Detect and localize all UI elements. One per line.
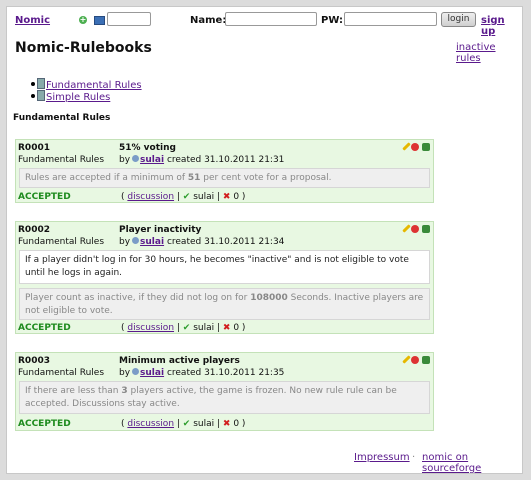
bullet: [31, 82, 35, 86]
proposal-box: If there are less than 3 players active,…: [19, 381, 430, 414]
proposal-text: Rules are accepted if a minimum of: [25, 173, 188, 183]
rule-book: Fundamental Rules: [18, 237, 105, 247]
name-field[interactable]: [225, 12, 317, 26]
login-button[interactable]: login: [441, 12, 476, 27]
status-badge: ACCEPTED: [18, 192, 71, 202]
rule-title: Minimum active players: [119, 356, 240, 366]
vote-bar: ( discussion | ✔ sulai | ✖ 0 ): [121, 192, 246, 202]
voter-name: sulai: [193, 323, 215, 333]
discussion-link[interactable]: discussion: [127, 323, 174, 333]
pencil-icon[interactable]: [402, 355, 411, 364]
inactive-rules-link[interactable]: inactive rules: [456, 42, 522, 64]
rule-title: Player inactivity: [119, 225, 202, 235]
x-icon[interactable]: ✖: [223, 192, 231, 202]
search-input[interactable]: [107, 12, 151, 26]
book-icon[interactable]: [94, 16, 105, 25]
delete-icon[interactable]: [411, 142, 419, 151]
status-badge: ACCEPTED: [18, 419, 71, 429]
by-label: by: [119, 237, 131, 247]
check-icon[interactable]: ✔: [183, 419, 191, 429]
impressum-link[interactable]: Impressum: [354, 452, 410, 463]
voter-name: sulai: [193, 419, 215, 429]
author-link[interactable]: sulai: [140, 155, 164, 165]
rule-actions: [402, 224, 430, 233]
rulebook-link-simple[interactable]: Simple Rules: [46, 92, 110, 103]
against-count: 0: [233, 192, 240, 202]
signup-link[interactable]: sign up: [481, 15, 522, 37]
rule-meta: by sulai created 31.10.2011 21:31: [119, 155, 284, 165]
rule-id: R0002: [18, 225, 50, 235]
pw-label: PW:: [321, 15, 344, 26]
status-badge: ACCEPTED: [18, 323, 71, 333]
created-date: created 31.10.2011 21:34: [166, 237, 285, 247]
rule-title: 51% voting: [119, 143, 176, 153]
list-item: Fundamental Rules: [31, 78, 142, 91]
document-icon: [37, 78, 45, 89]
proposal-text: per cent vote for a proposal.: [200, 173, 332, 183]
voter-name: sulai: [193, 192, 215, 202]
section-title: Fundamental Rules: [13, 113, 111, 123]
proposal-text: If there are less than: [25, 386, 122, 396]
sourceforge-link[interactable]: nomic on sourceforge: [422, 452, 522, 474]
password-field[interactable]: [344, 12, 437, 26]
rule-card-r0002: R0002 Fundamental Rules Player inactivit…: [15, 221, 434, 334]
rule-id: R0003: [18, 356, 50, 366]
against-count: 0: [233, 419, 240, 429]
discussion-link[interactable]: discussion: [127, 419, 174, 429]
x-icon[interactable]: ✖: [223, 419, 231, 429]
created-date: created 31.10.2011 21:35: [166, 368, 285, 378]
move-icon[interactable]: [422, 224, 430, 233]
proposal-box: Rules are accepted if a minimum of 51 pe…: [19, 168, 430, 188]
by-label: by: [119, 155, 131, 165]
list-item: Simple Rules: [31, 90, 142, 103]
rule-book: Fundamental Rules: [18, 155, 105, 165]
rule-actions: [402, 142, 430, 151]
against-count: 0: [233, 323, 240, 333]
pencil-icon[interactable]: [402, 224, 411, 233]
footer-separator: ·: [412, 452, 416, 463]
rule-meta: by sulai created 31.10.2011 21:35: [119, 368, 284, 378]
proposal-value: 51: [187, 173, 201, 183]
discussion-link[interactable]: discussion: [127, 192, 174, 202]
delete-icon[interactable]: [411, 355, 419, 364]
rule-text-box: If a player didn't log in for 30 hours, …: [19, 250, 430, 284]
x-icon[interactable]: ✖: [223, 323, 231, 333]
rule-meta: by sulai created 31.10.2011 21:34: [119, 237, 284, 247]
brand-link[interactable]: Nomic: [15, 15, 50, 26]
name-label: Name:: [190, 15, 227, 26]
check-icon[interactable]: ✔: [183, 192, 191, 202]
rule-id: R0001: [18, 143, 50, 153]
author-link[interactable]: sulai: [140, 237, 164, 247]
proposal-text: Player count as inactive, if they did no…: [25, 293, 251, 303]
check-icon[interactable]: ✔: [183, 323, 191, 333]
rule-book: Fundamental Rules: [18, 368, 105, 378]
move-icon[interactable]: [422, 142, 430, 151]
page-frame: Nomic + Name: PW: login sign up Nomic-Ru…: [6, 6, 523, 474]
rule-card-r0001: R0001 Fundamental Rules 51% voting by sul…: [15, 139, 434, 203]
proposal-box: Player count as inactive, if they did no…: [19, 288, 430, 320]
user-icon: [132, 368, 140, 375]
pencil-icon[interactable]: [402, 142, 411, 151]
user-icon: [132, 237, 140, 244]
proposal-value: 108000: [250, 293, 288, 303]
created-date: created 31.10.2011 21:31: [166, 155, 285, 165]
document-icon: [37, 90, 45, 101]
vote-bar: ( discussion | ✔ sulai | ✖ 0 ): [121, 419, 246, 429]
user-icon: [132, 155, 140, 162]
rule-actions: [402, 355, 430, 364]
rulebook-list: Fundamental Rules Simple Rules: [31, 78, 142, 103]
by-label: by: [119, 368, 131, 378]
page-title: Nomic-Rulebooks: [15, 40, 152, 56]
author-link[interactable]: sulai: [140, 368, 164, 378]
bullet: [31, 94, 35, 98]
delete-icon[interactable]: [411, 224, 419, 233]
add-icon[interactable]: +: [79, 16, 87, 24]
vote-bar: ( discussion | ✔ sulai | ✖ 0 ): [121, 323, 246, 333]
rule-card-r0003: R0003 Fundamental Rules Minimum active p…: [15, 352, 434, 431]
move-icon[interactable]: [422, 355, 430, 364]
